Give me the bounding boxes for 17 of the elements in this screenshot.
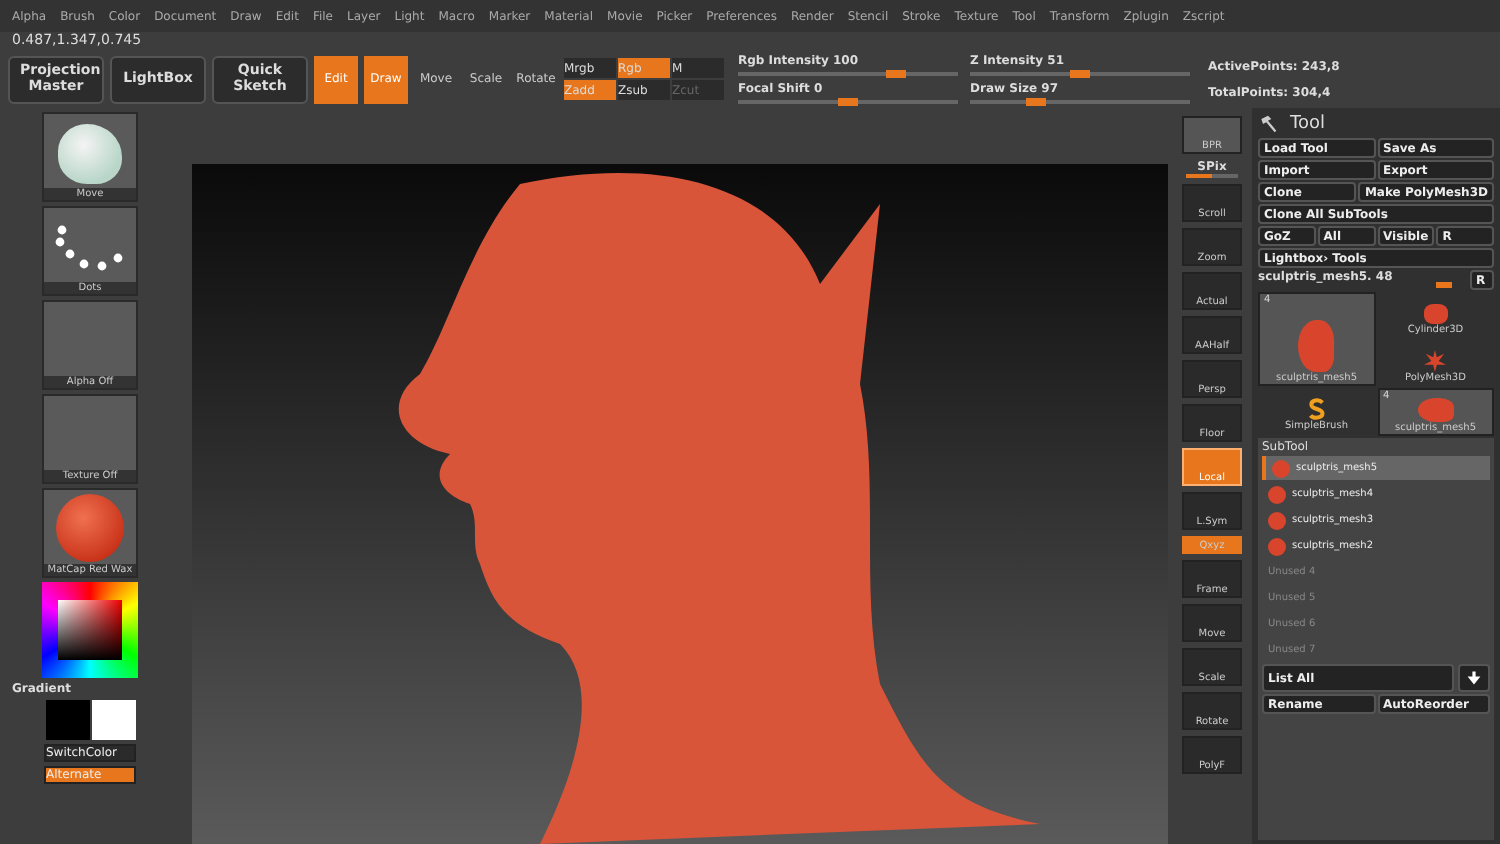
move-down-button[interactable] bbox=[1458, 664, 1490, 692]
color-picker[interactable] bbox=[42, 582, 138, 678]
panel-title: Tool bbox=[1290, 114, 1325, 134]
hammer-icon bbox=[1258, 114, 1278, 134]
arrow-down-icon bbox=[1466, 670, 1482, 686]
material-sphere-icon bbox=[56, 494, 124, 562]
canvas-viewport[interactable] bbox=[192, 164, 1168, 844]
slider-thumb[interactable] bbox=[838, 98, 858, 106]
main-color-swatch[interactable] bbox=[45, 700, 89, 740]
star-icon bbox=[1424, 350, 1447, 372]
slider-thumb[interactable] bbox=[1435, 282, 1452, 288]
slider-thumb[interactable] bbox=[1026, 98, 1046, 106]
secondary-color-swatch[interactable] bbox=[91, 700, 135, 740]
brush-preview-icon bbox=[58, 124, 122, 184]
slider-thumb[interactable] bbox=[1070, 70, 1090, 78]
slider-thumb[interactable] bbox=[886, 70, 907, 78]
s-curve-icon bbox=[1305, 398, 1328, 420]
